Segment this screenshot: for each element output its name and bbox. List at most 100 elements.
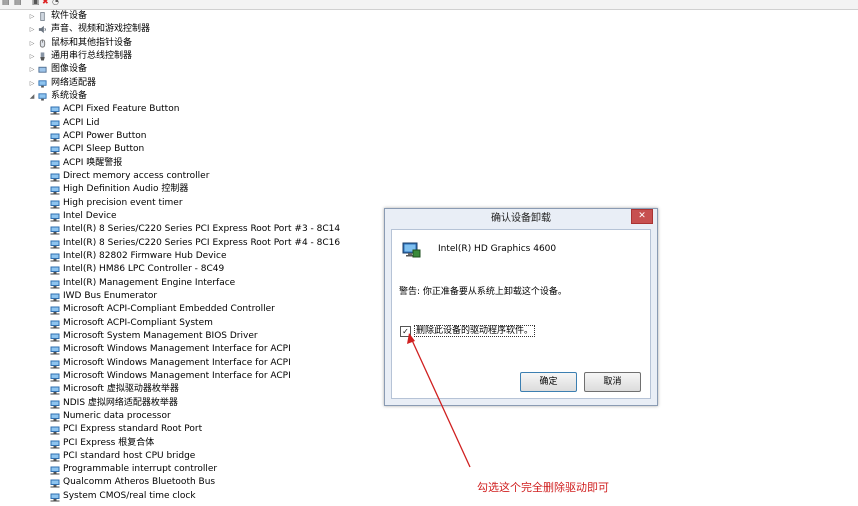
system-device-icon [50, 452, 60, 462]
system-device-icon [50, 385, 60, 395]
device-label: Intel(R) 8 Series/C220 Series PCI Expres… [63, 224, 341, 235]
tree-category[interactable]: ◢ 系统设备 [0, 90, 380, 103]
mouse-icon [38, 39, 47, 48]
delete-driver-checkbox[interactable]: ✓ [400, 326, 411, 337]
software-device-icon [38, 12, 47, 21]
system-device-item[interactable]: Intel(R) HM86 LPC Controller - 8C49 [0, 263, 380, 276]
network-icon [38, 79, 47, 88]
system-device-icon [50, 359, 60, 369]
confirm-uninstall-dialog: 确认设备卸载 ✕ Intel(R) HD Graphics 4600 警告: 你… [384, 208, 658, 406]
ok-button[interactable]: 确定 [520, 372, 577, 392]
system-device-item[interactable]: High Definition Audio 控制器 [0, 183, 380, 196]
system-device-icon [50, 372, 60, 382]
device-label: ACPI 唤醒警报 [63, 157, 123, 168]
system-device-item[interactable]: Microsoft 虚拟驱动器枚举器 [0, 383, 380, 396]
sound-icon [38, 25, 47, 34]
system-device-icon [50, 239, 60, 249]
category-label: 图像设备 [51, 64, 88, 75]
system-device-icon [50, 465, 60, 475]
system-device-item[interactable]: Intel(R) 8 Series/C220 Series PCI Expres… [0, 223, 380, 236]
system-device-item[interactable]: Intel(R) 8 Series/C220 Series PCI Expres… [0, 237, 380, 250]
system-device-item[interactable]: Programmable interrupt controller [0, 463, 380, 476]
device-label: High Definition Audio 控制器 [63, 184, 189, 195]
tree-category[interactable]: ▷ 鼠标和其他指针设备 [0, 37, 380, 50]
system-device-item[interactable]: ACPI 唤醒警报 [0, 157, 380, 170]
device-label: System CMOS/real time clock [63, 490, 196, 501]
system-device-icon [50, 478, 60, 488]
system-device-item[interactable]: ACPI Fixed Feature Button [0, 103, 380, 116]
expand-icon[interactable]: ▷ [28, 77, 36, 90]
system-device-icon [50, 345, 60, 355]
system-device-icon [50, 252, 60, 262]
device-label: IWD Bus Enumerator [63, 290, 158, 301]
device-label: ACPI Power Button [63, 130, 147, 141]
tree-category[interactable]: ▷ 通用串行总线控制器 [0, 50, 380, 63]
system-device-icon [50, 132, 60, 142]
tree-category[interactable]: ▷ 声音、视频和游戏控制器 [0, 23, 380, 36]
system-device-icon [50, 212, 60, 222]
system-device-icon [50, 425, 60, 435]
system-device-item[interactable]: Intel Device [0, 210, 380, 223]
system-device-icon [50, 492, 60, 502]
system-device-item[interactable]: NDIS 虚拟网络适配器枚举器 [0, 397, 380, 410]
system-device-item[interactable]: Microsoft ACPI-Compliant Embedded Contro… [0, 303, 380, 316]
expand-icon[interactable]: ◢ [28, 90, 36, 103]
system-device-item[interactable]: PCI Express standard Root Port [0, 423, 380, 436]
expand-icon[interactable]: ▷ [28, 50, 36, 63]
device-label: Intel Device [63, 210, 117, 221]
scan-hardware-icon[interactable]: ▣ [32, 0, 40, 6]
system-device-item[interactable]: ACPI Power Button [0, 130, 380, 143]
device-label: ACPI Sleep Button [63, 144, 145, 155]
toolbar-icon[interactable]: ▤ [2, 0, 10, 6]
system-device-item[interactable]: Intel(R) Management Engine Interface [0, 277, 380, 290]
cancel-button[interactable]: 取消 [584, 372, 641, 392]
system-device-icon [50, 399, 60, 409]
uninstall-icon[interactable]: ✖ [42, 0, 50, 6]
system-device-icon [50, 292, 60, 302]
system-device-item[interactable]: High precision event timer [0, 197, 380, 210]
system-device-icon [50, 225, 60, 235]
system-device-item[interactable]: IWD Bus Enumerator [0, 290, 380, 303]
system-device-item[interactable]: Microsoft Windows Management Interface f… [0, 357, 380, 370]
system-device-icon [50, 319, 60, 329]
expand-icon[interactable]: ▷ [28, 23, 36, 36]
tree-category[interactable]: ▷ 网络适配器 [0, 77, 380, 90]
device-label: Programmable interrupt controller [63, 464, 218, 475]
camera-icon [38, 65, 47, 74]
category-label: 通用串行总线控制器 [51, 50, 133, 61]
system-device-item[interactable]: Qualcomm Atheros Bluetooth Bus [0, 476, 380, 489]
close-button[interactable]: ✕ [631, 209, 653, 224]
expand-icon[interactable]: ▷ [28, 10, 36, 23]
system-device-item[interactable]: Direct memory access controller [0, 170, 380, 183]
system-device-item[interactable]: Microsoft Windows Management Interface f… [0, 370, 380, 383]
toolbar-icon[interactable]: ▤ [14, 0, 22, 6]
system-device-item[interactable]: Microsoft Windows Management Interface f… [0, 343, 380, 356]
device-label: Qualcomm Atheros Bluetooth Bus [63, 477, 216, 488]
expand-icon[interactable]: ▷ [28, 63, 36, 76]
device-label: Numeric data processor [63, 410, 171, 421]
system-device-item[interactable]: ACPI Lid [0, 117, 380, 130]
system-device-item[interactable]: PCI standard host CPU bridge [0, 450, 380, 463]
system-device-item[interactable]: PCI Express 根复合体 [0, 437, 380, 450]
system-device-item[interactable]: Microsoft ACPI-Compliant System [0, 317, 380, 330]
system-device-icon [50, 172, 60, 182]
device-label: Microsoft Windows Management Interface f… [63, 344, 291, 355]
tree-category[interactable]: ▷ 软件设备 [0, 10, 380, 23]
enable-icon[interactable]: ◔ [52, 0, 60, 6]
system-device-item[interactable]: Numeric data processor [0, 410, 380, 423]
tree-category[interactable]: ▷ 图像设备 [0, 63, 380, 76]
display-adapter-icon [401, 240, 421, 260]
system-device-item[interactable]: System CMOS/real time clock [0, 490, 380, 503]
system-device-icon [50, 185, 60, 195]
system-device-item[interactable]: Intel(R) 82802 Firmware Hub Device [0, 250, 380, 263]
system-device-item[interactable]: Microsoft System Management BIOS Driver [0, 330, 380, 343]
device-label: NDIS 虚拟网络适配器枚举器 [63, 397, 178, 408]
delete-driver-label[interactable]: 删除此设备的驱动程序软件。 [413, 325, 536, 337]
system-device-icon [50, 119, 60, 129]
expand-icon[interactable]: ▷ [28, 37, 36, 50]
device-label: PCI standard host CPU bridge [63, 450, 196, 461]
system-device-item[interactable]: ACPI Sleep Button [0, 143, 380, 156]
dialog-body: Intel(R) HD Graphics 4600 警告: 你正准备要从系统上卸… [391, 229, 651, 399]
device-label: Microsoft ACPI-Compliant System [63, 317, 213, 328]
device-label: Direct memory access controller [63, 170, 210, 181]
